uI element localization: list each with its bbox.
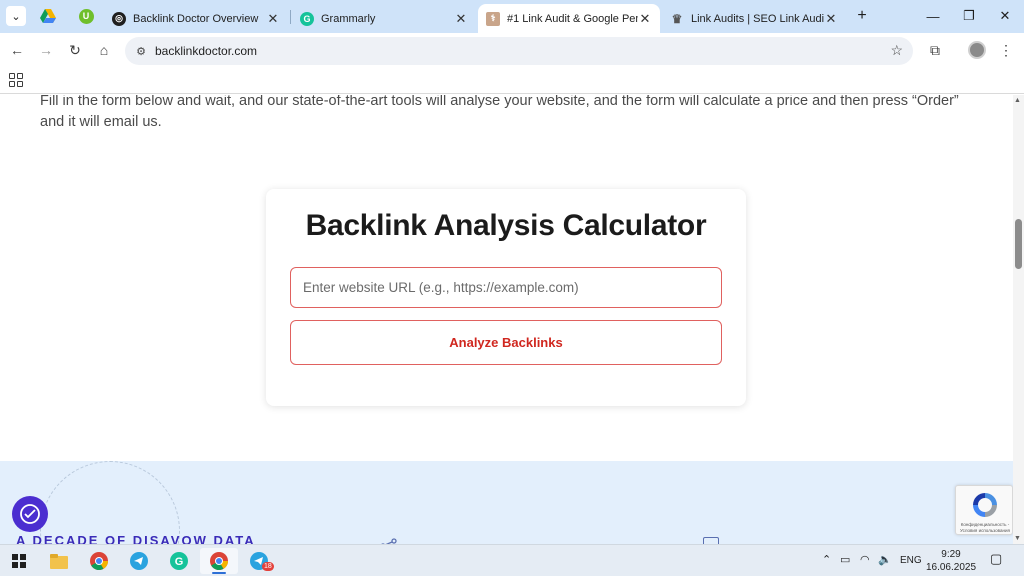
apps-grid-icon[interactable]: [9, 73, 23, 87]
website-url-input[interactable]: [290, 267, 722, 308]
disavow-section: A DECADE OF DISAVOW DATA: [0, 461, 1013, 544]
green-app-icon: U: [78, 8, 94, 24]
notifications-icon[interactable]: ▢: [990, 551, 1002, 567]
notification-badge: 18: [262, 562, 274, 571]
taskbar-chrome[interactable]: [80, 548, 118, 574]
battery-icon[interactable]: ▭: [840, 553, 850, 566]
tab-grammarly[interactable]: G Grammarly ✕: [292, 4, 476, 33]
taskbar-chrome-active[interactable]: [200, 548, 238, 574]
link-audit-favicon: ⚕: [486, 11, 500, 26]
tab-link-audits-seo[interactable]: ♛ Link Audits | SEO Link Audit Se ✕: [662, 4, 846, 33]
tab-title: Grammarly: [321, 12, 376, 25]
close-icon[interactable]: ✕: [638, 11, 652, 27]
tab-link-audit-active[interactable]: ⚕ #1 Link Audit & Google Penalty ✕: [478, 4, 660, 33]
chevron-down-icon: ⌄: [11, 10, 21, 23]
url-text[interactable]: backlinkdoctor.com: [155, 44, 257, 58]
extensions-button[interactable]: ⧉: [924, 39, 946, 61]
crown-favicon: ♛: [671, 11, 683, 26]
close-icon[interactable]: ✕: [454, 11, 468, 27]
accessibility-icon: [20, 504, 40, 524]
network-icon: [380, 537, 398, 544]
windows-icon: [12, 554, 26, 568]
clock-date: 16.06.2025: [925, 562, 977, 573]
recaptcha-links[interactable]: Конфиденциальность - Условия использован…: [958, 522, 1012, 534]
tab-title: Link Audits | SEO Link Audit Se: [691, 12, 824, 25]
address-bar[interactable]: ⚙ backlinkdoctor.com ☆: [125, 37, 913, 65]
taskbar-telegram-2[interactable]: 18: [240, 548, 278, 574]
tab-strip: ⌄ U ◎ Backlink Doctor Overview ✕ G Gramm…: [0, 0, 1024, 33]
close-icon[interactable]: ✕: [824, 11, 838, 27]
chrome-icon: [90, 552, 108, 570]
profile-avatar[interactable]: [968, 41, 986, 59]
scroll-down-arrow-icon[interactable]: ▼: [1014, 535, 1021, 542]
minimize-button[interactable]: —: [918, 4, 948, 28]
reload-icon: ↻: [69, 41, 81, 58]
kebab-menu-icon: ⋮: [999, 41, 1013, 58]
page-scrollbar[interactable]: ▲ ▼: [1013, 95, 1024, 544]
telegram-icon: [130, 552, 148, 570]
language-indicator[interactable]: ENG: [900, 555, 922, 566]
tab-title: Backlink Doctor Overview: [133, 12, 259, 25]
decorative-dashed-circle: [40, 461, 180, 544]
close-icon: ✕: [999, 8, 1011, 23]
web-page: Fill in the form below and wait, and our…: [0, 95, 1013, 544]
home-button[interactable]: ⌂: [93, 39, 115, 61]
backlink-doctor-favicon: ◎: [112, 11, 126, 26]
restore-button[interactable]: ❐: [954, 4, 984, 28]
system-clock[interactable]: 9:29 16.06.2025: [924, 548, 978, 574]
tab-title: #1 Link Audit & Google Penalty: [507, 12, 638, 25]
reload-button[interactable]: ↻: [64, 39, 86, 61]
scrollbar-thumb[interactable]: [1015, 219, 1022, 269]
recaptcha-badge[interactable]: Конфиденциальность - Условия использован…: [955, 485, 1013, 535]
section-heading: A DECADE OF DISAVOW DATA: [16, 533, 256, 544]
taskbar-file-explorer[interactable]: [40, 548, 78, 574]
restore-icon: ❐: [963, 8, 975, 23]
chart-icon: [703, 537, 719, 544]
browser-menu-button[interactable]: ⋮: [995, 39, 1017, 61]
tab-backlink-doctor-overview[interactable]: ◎ Backlink Doctor Overview ✕: [104, 4, 288, 33]
taskbar-telegram[interactable]: [120, 548, 158, 574]
grammarly-icon: G: [170, 552, 188, 570]
forward-button[interactable]: →: [35, 39, 57, 61]
scroll-up-arrow-icon[interactable]: ▲: [1014, 97, 1021, 104]
accessibility-button[interactable]: [12, 496, 48, 532]
volume-icon[interactable]: 🔈: [878, 553, 892, 566]
calculator-title: Backlink Analysis Calculator: [305, 209, 707, 242]
new-tab-button[interactable]: +: [852, 6, 872, 26]
show-hidden-icons-chevron-icon[interactable]: ⌃: [822, 553, 831, 566]
pinned-tab-drive[interactable]: [38, 6, 58, 26]
close-window-button[interactable]: ✕: [990, 4, 1020, 28]
calculator-card: Backlink Analysis Calculator Analyze Bac…: [266, 189, 746, 406]
back-button[interactable]: ←: [6, 39, 28, 61]
minimize-icon: —: [926, 8, 940, 24]
bookmark-star-icon[interactable]: ☆: [890, 42, 903, 59]
start-button[interactable]: [0, 548, 38, 574]
pinned-tab-upwork[interactable]: U: [76, 6, 96, 26]
svg-text:G: G: [175, 556, 184, 568]
plus-icon: +: [857, 7, 867, 24]
browser-toolbar: ← → ↻ ⌂ ⚙ backlinkdoctor.com ☆ ⧉ ⋮: [0, 33, 1024, 68]
taskbar-grammarly[interactable]: G: [160, 548, 198, 574]
wifi-icon[interactable]: ◠: [860, 553, 870, 566]
bookmarks-bar: [0, 68, 1024, 94]
arrow-left-icon: ←: [10, 42, 24, 58]
windows-taskbar: G 18 ⌃ ▭ ◠ 🔈 ENG 9:29 16.06.2025 ▢: [0, 544, 1024, 576]
tab-search-button[interactable]: ⌄: [6, 6, 26, 26]
chrome-icon: [210, 552, 228, 570]
close-icon[interactable]: ✕: [266, 11, 280, 27]
recaptcha-icon: [973, 493, 997, 517]
folder-icon: [50, 553, 68, 569]
tab-separator: [290, 10, 291, 24]
site-settings-icon[interactable]: ⚙: [133, 43, 149, 59]
puzzle-icon: ⧉: [930, 41, 940, 58]
grammarly-favicon: G: [300, 11, 314, 26]
intro-paragraph: Fill in the form below and wait, and our…: [40, 95, 959, 130]
clock-time: 9:29: [941, 549, 961, 560]
analyze-backlinks-button[interactable]: Analyze Backlinks: [290, 320, 722, 365]
google-drive-icon: [40, 9, 56, 23]
home-icon: ⌂: [99, 42, 109, 58]
arrow-right-icon: →: [39, 42, 53, 58]
